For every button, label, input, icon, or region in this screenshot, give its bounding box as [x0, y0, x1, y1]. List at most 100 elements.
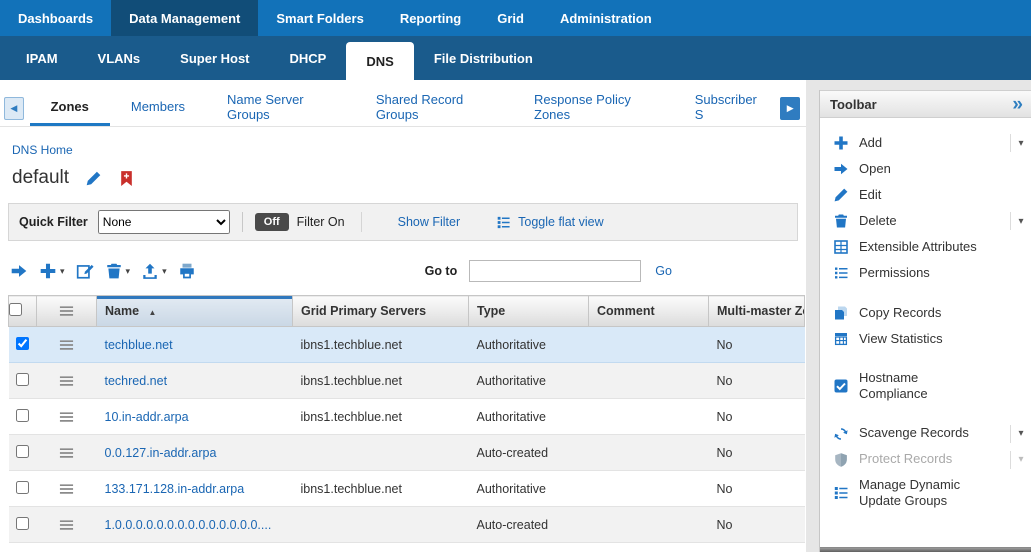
top-nav-item-data-management[interactable]: Data Management [111, 0, 258, 36]
tabs-scroll-right-button[interactable]: ▶ [780, 97, 800, 120]
type-cell: Authoritative [469, 471, 589, 507]
toolbar-item-label: Hostname Compliance [859, 370, 987, 403]
row-checkbox[interactable] [16, 445, 29, 458]
dropdown-caret-icon[interactable]: ▾ [60, 266, 65, 277]
top-nav-item-administration[interactable]: Administration [542, 0, 670, 36]
row-checkbox-cell [9, 435, 37, 471]
show-filter-link[interactable]: Show Filter [398, 215, 461, 229]
add-action-button[interactable]: ▾ [39, 262, 65, 280]
toolbar-item-scavenge-records[interactable]: Scavenge Records▾ [820, 421, 1031, 447]
toolbar-item-manage-dynamic-update-groups[interactable]: Manage Dynamic Update Groups [820, 473, 1031, 514]
top-nav-item-dashboards[interactable]: Dashboards [0, 0, 111, 36]
hamburger-icon[interactable] [37, 339, 97, 351]
type-cell: Auto-created [469, 435, 589, 471]
toolbar-item-add[interactable]: Add▾ [820, 130, 1031, 156]
dropdown-caret-icon[interactable]: ▾ [162, 266, 167, 277]
row-checkbox[interactable] [16, 481, 29, 494]
table-row[interactable]: 1.0.0.0.0.0.0.0.0.0.0.0.0.0.0....Auto-cr… [9, 507, 805, 543]
toolbar-item-delete[interactable]: Delete▾ [820, 208, 1031, 234]
zone-name-link[interactable]: 10.in-addr.arpa [105, 410, 189, 424]
top-nav-item-reporting[interactable]: Reporting [382, 0, 479, 36]
sub-nav-item-dhcp[interactable]: DHCP [270, 36, 347, 80]
tab-response-policy-zones[interactable]: Response Policy Zones [513, 90, 674, 126]
tab-subscriber-s[interactable]: Subscriber S [674, 90, 781, 126]
toggle-flat-view-link[interactable]: Toggle flat view [496, 215, 603, 230]
sub-nav-item-super-host[interactable]: Super Host [160, 36, 269, 80]
select-all-checkbox[interactable] [9, 303, 22, 316]
zone-name-link[interactable]: techblue.net [105, 338, 173, 352]
sub-nav-item-dns[interactable]: DNS [346, 42, 413, 80]
zone-name-link[interactable]: 133.171.128.in-addr.arpa [105, 482, 245, 496]
quick-filter-select[interactable]: None [98, 210, 230, 234]
go-link[interactable]: Go [655, 264, 672, 278]
edit-title-pencil-icon[interactable] [85, 170, 102, 187]
tab-shared-record-groups[interactable]: Shared Record Groups [355, 90, 513, 126]
tab-name-server-groups[interactable]: Name Server Groups [206, 90, 355, 126]
toolbar-item-extensible-attributes[interactable]: Extensible Attributes [820, 234, 1031, 260]
row-checkbox[interactable] [16, 409, 29, 422]
row-checkbox-cell [9, 507, 37, 543]
top-nav-item-smart-folders[interactable]: Smart Folders [258, 0, 381, 36]
print-action-button[interactable] [178, 262, 196, 280]
type-cell: Authoritative [469, 327, 589, 363]
toolbar-item-open[interactable]: Open [820, 156, 1031, 182]
tab-members[interactable]: Members [110, 90, 206, 126]
row-checkbox[interactable] [16, 517, 29, 530]
toolbar-item-hostname-compliance[interactable]: Hostname Compliance [820, 366, 1031, 407]
grid-primary-cell: ibns1.techblue.net [293, 327, 469, 363]
table-row[interactable]: 10.in-addr.arpaibns1.techblue.netAuthori… [9, 399, 805, 435]
collapse-panel-chevrons-icon[interactable]: » [1012, 95, 1023, 114]
bookmark-icon[interactable] [118, 170, 135, 187]
toolbar-item-label: Copy Records [859, 305, 987, 321]
delete-action-button[interactable]: ▾ [105, 262, 131, 280]
table-row[interactable]: 133.171.128.in-addr.arpaibns1.techblue.n… [9, 471, 805, 507]
toolbar-item-label: Permissions [859, 265, 987, 281]
filter-toggle-button[interactable]: Off [255, 213, 289, 231]
sub-nav-item-vlans[interactable]: VLANs [78, 36, 161, 80]
export-action-button[interactable]: ▾ [141, 262, 167, 280]
zone-name-link[interactable]: 0.0.127.in-addr.arpa [105, 446, 217, 460]
toolbar-item-edit[interactable]: Edit [820, 182, 1031, 208]
hamburger-icon[interactable] [37, 519, 97, 531]
hamburger-icon[interactable] [37, 305, 96, 317]
toolbar-item-view-statistics[interactable]: View Statistics [820, 326, 1031, 352]
toolbar-item-label: Open [859, 161, 987, 177]
tab-zones[interactable]: Zones [30, 90, 110, 126]
hamburger-icon[interactable] [37, 411, 97, 423]
goto-input[interactable] [469, 260, 641, 282]
column-header-multi-master[interactable]: Multi-master Zo [709, 296, 805, 327]
column-header-name[interactable]: Name ▲ [97, 296, 293, 327]
column-header-comment[interactable]: Comment [589, 296, 709, 327]
sub-nav-item-ipam[interactable]: IPAM [6, 36, 78, 80]
dropdown-caret-icon[interactable]: ▾ [1010, 134, 1031, 152]
hamburger-icon[interactable] [37, 447, 97, 459]
protect-shield-icon [832, 451, 850, 469]
table-row[interactable]: techred.netibns1.techblue.netAuthoritati… [9, 363, 805, 399]
dropdown-caret-icon[interactable]: ▾ [1010, 451, 1031, 469]
toolbar-item-permissions[interactable]: Permissions [820, 260, 1031, 286]
dropdown-caret-icon[interactable]: ▾ [126, 266, 131, 277]
hamburger-icon[interactable] [37, 483, 97, 495]
dropdown-caret-icon[interactable]: ▾ [1010, 425, 1031, 443]
dropdown-caret-icon[interactable]: ▾ [1010, 212, 1031, 230]
manage-update-groups-icon [832, 484, 850, 502]
hamburger-icon[interactable] [37, 375, 97, 387]
hostname-compliance-checkbox-icon [832, 377, 850, 395]
column-header-type[interactable]: Type [469, 296, 589, 327]
zone-name-link[interactable]: techred.net [105, 374, 168, 388]
add-plus-icon [832, 134, 850, 152]
row-menu-cell [37, 471, 97, 507]
sub-nav-item-file-distribution[interactable]: File Distribution [414, 36, 553, 80]
tabs-scroll-left-button[interactable]: ◀ [4, 97, 24, 120]
top-nav-item-grid[interactable]: Grid [479, 0, 542, 36]
edit-action-button[interactable] [76, 262, 94, 280]
breadcrumb[interactable]: DNS Home [12, 143, 73, 157]
column-header-grid-primary-servers[interactable]: Grid Primary Servers [293, 296, 469, 327]
open-action-button[interactable] [10, 262, 28, 280]
table-row[interactable]: techblue.net ibns1.techblue.netAuthoritat… [9, 327, 805, 363]
row-checkbox[interactable] [16, 337, 29, 350]
row-checkbox[interactable] [16, 373, 29, 386]
toolbar-item-copy-records[interactable]: Copy Records [820, 300, 1031, 326]
zone-name-link[interactable]: 1.0.0.0.0.0.0.0.0.0.0.0.0.0.0.... [105, 518, 272, 532]
table-row[interactable]: 0.0.127.in-addr.arpaAuto-createdNo [9, 435, 805, 471]
